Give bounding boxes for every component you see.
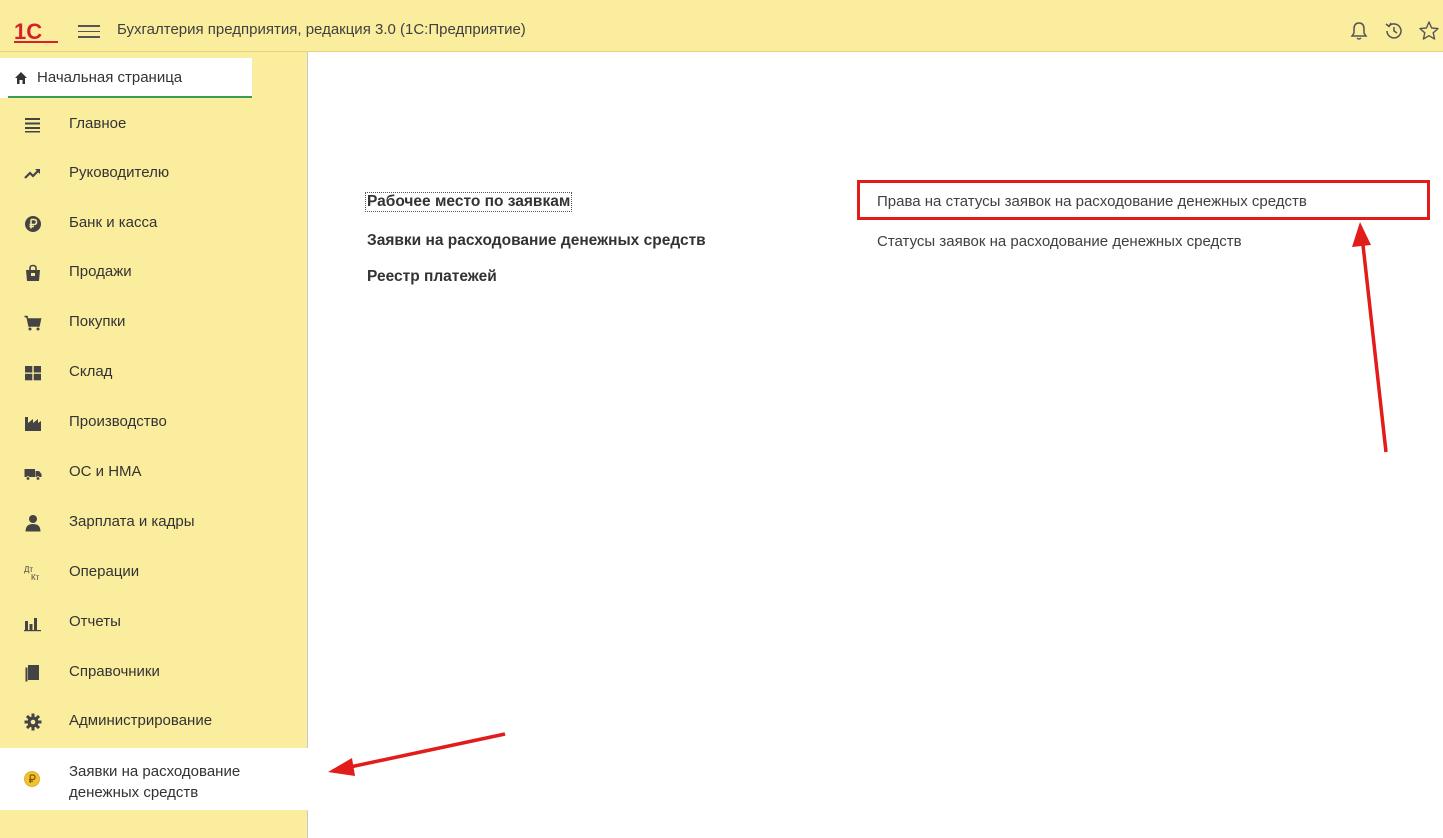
warehouse-icon (25, 366, 41, 381)
sidebar-item-label: Склад (69, 363, 113, 380)
sidebar-item-label: Покупки (69, 313, 126, 330)
sidebar-item-bank[interactable]: Банк и касса (0, 200, 308, 248)
bar-chart-icon (24, 618, 41, 632)
menu-icon[interactable] (78, 21, 100, 43)
top-bar: 1С Бухгалтерия предприятия, редакция 3.0… (0, 0, 1443, 52)
bag-icon (26, 264, 40, 281)
sidebar-item-label: Главное (69, 115, 127, 132)
home-tab[interactable]: Начальная страница (0, 58, 252, 98)
sidebar-item-administration[interactable]: Администрирование (0, 698, 308, 746)
sidebar-item-fixed-assets[interactable]: ОС и НМА (0, 449, 308, 497)
trend-icon (24, 169, 40, 179)
sidebar-item-label: Операции (69, 563, 140, 580)
star-icon[interactable] (1418, 20, 1440, 42)
cart-icon (24, 315, 42, 331)
sidebar-item-label: ОС и НМА (69, 463, 142, 480)
sidebar-item-label: Банк и касса (69, 214, 158, 231)
sidebar-item-warehouse[interactable]: Склад (0, 349, 308, 397)
sidebar-item-production[interactable]: Производство (0, 399, 308, 447)
1c-logo: 1С (14, 19, 58, 44)
arrow-to-rights-link (1352, 222, 1388, 453)
link-expense-requests[interactable]: Заявки на расходование денежных средств (367, 232, 706, 250)
sidebar-item-label: Производство (69, 413, 167, 430)
link-request-statuses[interactable]: Статусы заявок на расходование денежных … (877, 233, 1242, 250)
sidebar-item-manager[interactable]: Руководителю (0, 150, 308, 198)
sidebar-item-label: Администрирование (69, 712, 213, 729)
sidebar: Начальная страница Главное Руководителю … (0, 52, 308, 838)
sidebar-item-salary[interactable]: Зарплата и кадры (0, 499, 308, 547)
home-tab-underline (8, 96, 252, 98)
svg-text:Кт: Кт (31, 573, 40, 582)
highlight-box (857, 180, 1430, 220)
home-tab-label: Начальная страница (37, 69, 183, 86)
sidebar-item-label: Зарплата и кадры (69, 513, 195, 530)
sidebar-item-label: Руководителю (69, 164, 170, 181)
sidebar-item-sales[interactable]: Продажи (0, 249, 308, 297)
sidebar-item-expense-requests[interactable]: Заявки на расходование денежных средств (0, 748, 308, 810)
sidebar-item-directories[interactable]: Справочники (0, 649, 308, 697)
sidebar-item-reports[interactable]: Отчеты (0, 599, 308, 647)
ruble-coin-icon (25, 216, 41, 232)
history-icon[interactable] (1383, 20, 1405, 42)
gear-icon (24, 713, 42, 731)
factory-icon (25, 417, 41, 431)
svg-text:1С: 1С (14, 19, 42, 44)
app-title: Бухгалтерия предприятия, редакция 3.0 (1… (117, 21, 526, 38)
list-icon (25, 118, 40, 133)
link-payment-register[interactable]: Реестр платежей (367, 268, 497, 286)
sidebar-item-operations[interactable]: Дт Кт Операции (0, 549, 308, 597)
bell-icon[interactable] (1348, 20, 1370, 42)
ruble-coin-icon (24, 771, 40, 787)
sidebar-item-purchases[interactable]: Покупки (0, 299, 308, 347)
sidebar-item-main[interactable]: Главное (0, 101, 308, 149)
home-icon (15, 72, 27, 84)
books-icon (25, 665, 39, 682)
sidebar-item-label: Отчеты (69, 613, 121, 630)
person-icon (25, 515, 41, 532)
arrow-to-sidebar-item (328, 732, 506, 776)
dt-kt-icon: Дт Кт (24, 565, 40, 582)
sidebar-item-label-line2: денежных средств (69, 784, 199, 801)
sidebar-item-label: Справочники (69, 663, 160, 680)
sidebar-item-label: Продажи (69, 263, 132, 280)
sidebar-item-label-line1: Заявки на расходование (69, 763, 241, 780)
truck-icon (24, 469, 42, 481)
link-requests-workplace[interactable]: Рабочее место по заявкам (364, 192, 573, 212)
